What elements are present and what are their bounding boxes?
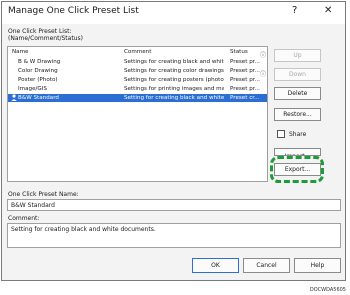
list-header: Name Comment Status (8, 48, 267, 56)
item-name: Poster (Photo) (18, 77, 58, 83)
delete-button[interactable]: Delete (274, 87, 321, 100)
info-icon: ⓘ (260, 71, 267, 78)
item-status: Preset pr... (230, 86, 260, 92)
preset-name-field[interactable]: B&W Standard (7, 199, 341, 211)
preset-name-label: One Click Preset Name: (8, 191, 79, 198)
list-item[interactable]: Color Drawing Settings for creating colo… (8, 67, 267, 75)
list-item-selected[interactable]: B&W Standard Setting for creating black … (8, 94, 267, 102)
up-button[interactable]: Up (274, 49, 321, 62)
column-header-comment[interactable]: Comment (124, 48, 224, 56)
item-name: B & W Drawing (18, 59, 61, 65)
share-checkbox[interactable] (277, 130, 285, 138)
info-icon: ⓘ (260, 52, 267, 59)
user-icon (11, 94, 17, 104)
item-name: Image/GIS (18, 86, 47, 92)
comment-field[interactable]: Setting for creating black and white doc… (7, 223, 341, 248)
ok-button[interactable]: OK (192, 258, 239, 273)
down-button[interactable]: Down (274, 68, 321, 81)
export-highlight-frame (270, 156, 324, 183)
item-comment: Settings for creating color drawings. (124, 68, 224, 74)
list-item[interactable]: B & W Drawing Settings for creating blac… (8, 58, 267, 66)
preset-list-label: One Click Preset List: (8, 28, 72, 35)
share-label[interactable]: Share (289, 131, 306, 138)
item-comment: Settings for creating posters (photo). (124, 77, 224, 83)
list-item[interactable]: Image/GIS Settings for printing images a… (8, 85, 267, 93)
import-button[interactable]: Import... (274, 148, 321, 156)
item-comment: Setting for creating black and white d..… (124, 95, 224, 101)
help-button[interactable]: Help (294, 258, 341, 273)
preset-list-sublabel: (Name/Comment/Status) (8, 35, 83, 42)
comment-label: Comment: (8, 215, 40, 222)
list-item[interactable]: Poster (Photo) Settings for creating pos… (8, 76, 267, 84)
help-icon[interactable]: ? (292, 5, 297, 16)
close-icon[interactable]: ✕ (324, 5, 332, 16)
item-comment: Settings for creating black and white ..… (124, 59, 224, 65)
item-status: Preset cr... (230, 95, 260, 101)
manage-preset-dialog: Manage One Click Preset List ? ✕ One Cli… (1, 1, 346, 281)
title-bar: Manage One Click Preset List ? ✕ (2, 2, 345, 24)
cancel-button[interactable]: Cancel (243, 258, 290, 273)
item-status: Preset pr... (230, 59, 260, 65)
dialog-title: Manage One Click Preset List (8, 6, 139, 16)
item-comment: Settings for printing images and maps. (124, 86, 224, 92)
item-name: B&W Standard (18, 95, 59, 101)
item-name: Color Drawing (18, 68, 58, 74)
column-header-name[interactable]: Name (12, 48, 120, 56)
document-code: DOCWDA5605 (309, 287, 346, 293)
preset-list[interactable]: Name Comment Status B & W Drawing Settin… (7, 46, 268, 182)
restore-button[interactable]: Restore... (274, 108, 321, 121)
